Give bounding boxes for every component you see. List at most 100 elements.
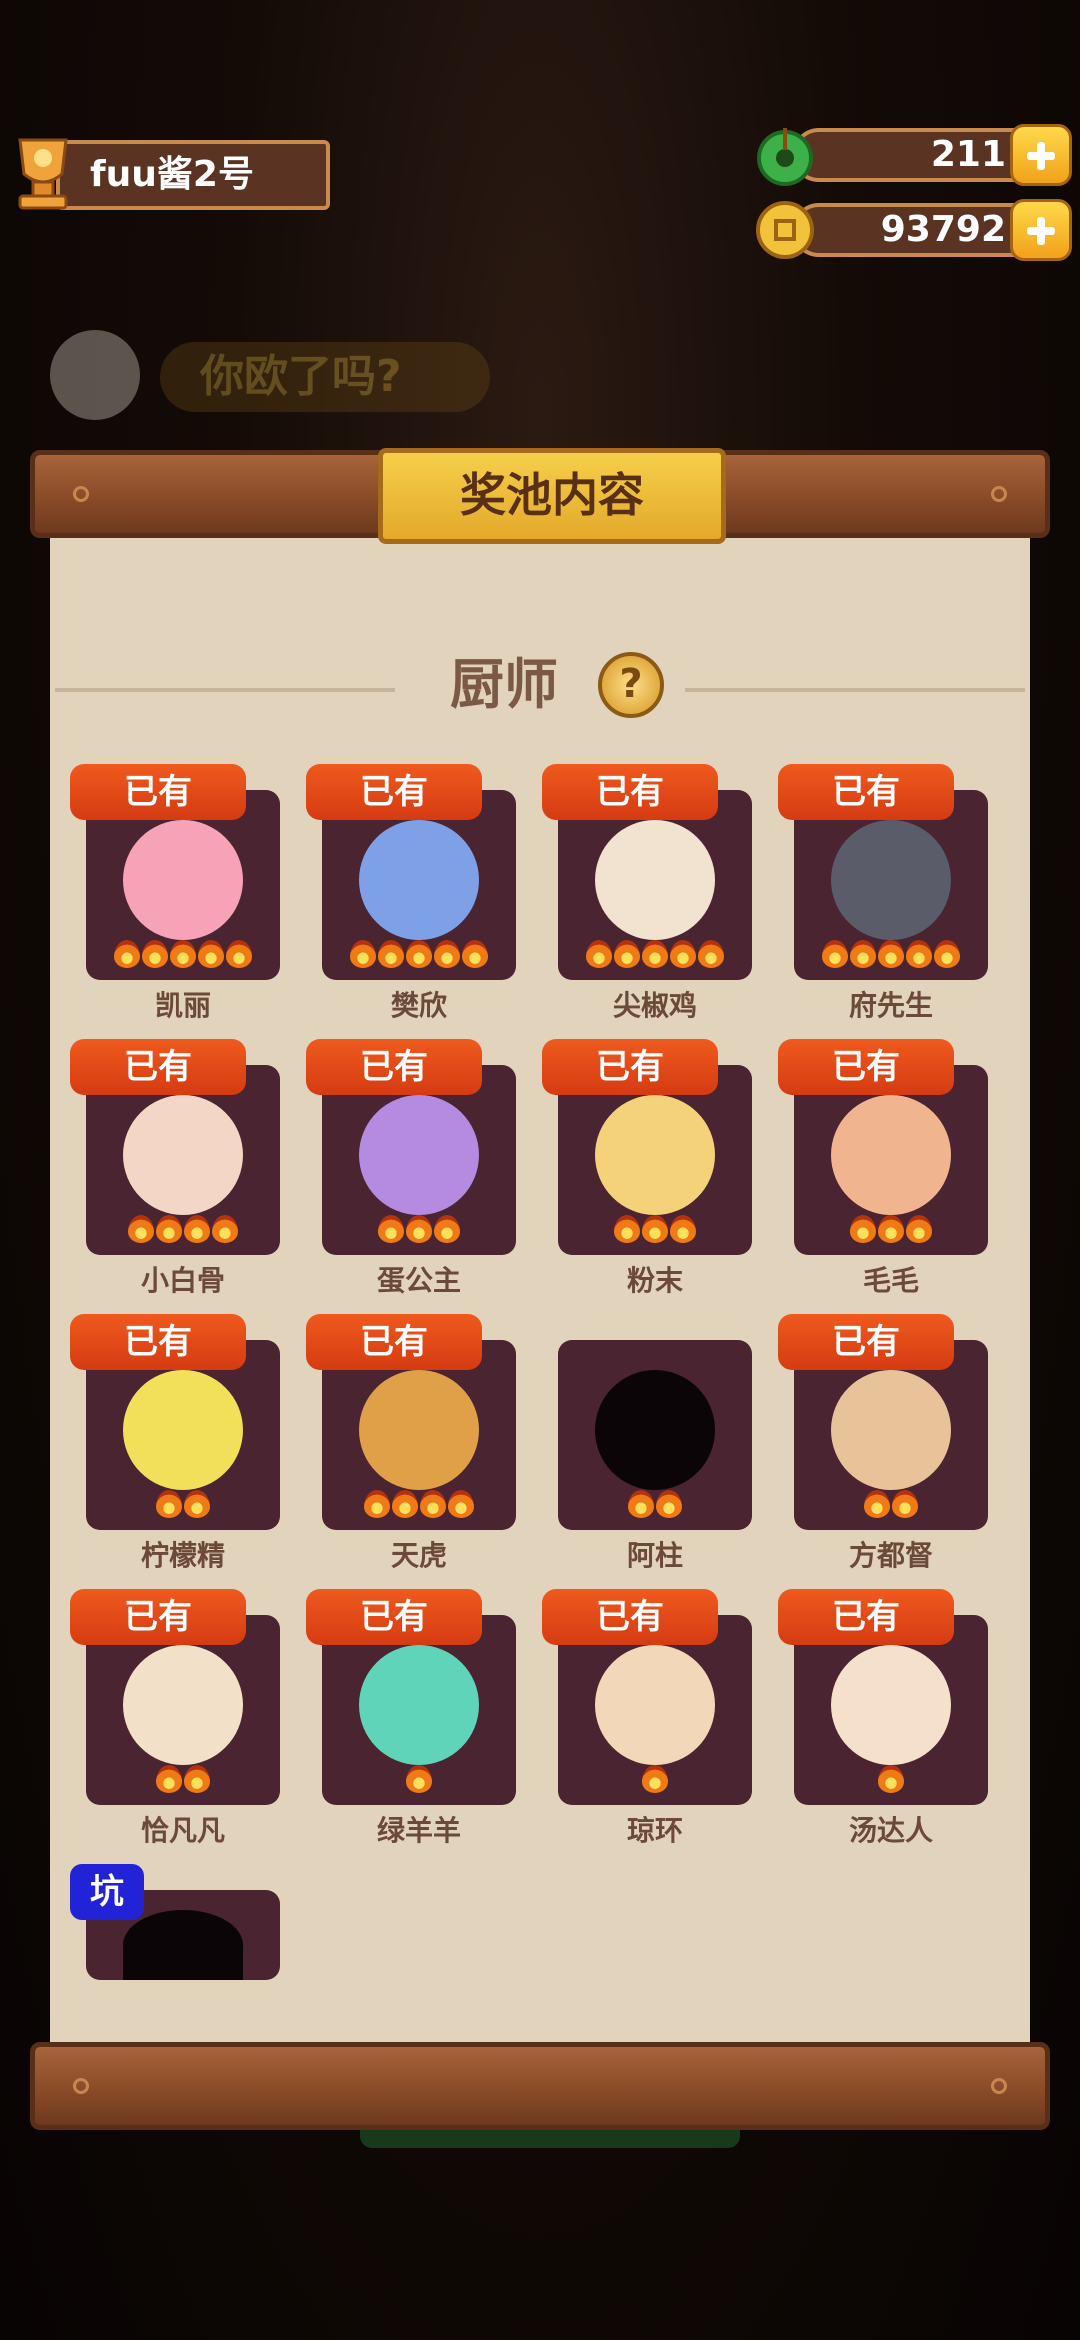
flame-icon [656, 1490, 682, 1518]
chef-portrait [595, 1645, 715, 1765]
rarity-flames [86, 940, 280, 974]
scroll-bottom-rod [30, 2042, 1050, 2130]
chef-card[interactable]: 已有 [778, 764, 988, 980]
owned-badge: 已有 [778, 1039, 954, 1095]
rarity-flames [86, 1490, 280, 1524]
chef-card[interactable]: 已有 [778, 1039, 988, 1255]
player-name: fuu酱2号 [90, 154, 254, 195]
flame-icon [822, 940, 848, 968]
coin-icon [756, 201, 814, 259]
chef-card[interactable] [558, 1340, 752, 1530]
flame-icon [878, 1215, 904, 1243]
section-title: 厨师 [450, 653, 558, 716]
jade-value: 211 [930, 134, 1006, 175]
flame-icon [350, 940, 376, 968]
owned-badge: 已有 [542, 764, 718, 820]
player-plate[interactable]: fuu酱2号 [8, 130, 330, 216]
rarity-flames [322, 1215, 516, 1249]
chef-card[interactable]: 已有 [306, 764, 516, 980]
flame-icon [434, 940, 460, 968]
flame-icon [628, 1490, 654, 1518]
flame-icon [364, 1490, 390, 1518]
rarity-flames [322, 940, 516, 974]
chef-portrait [359, 820, 479, 940]
flame-icon [864, 1490, 890, 1518]
chef-name: 小白骨 [140, 1264, 225, 1297]
chef-card[interactable]: 已有 [70, 1039, 280, 1255]
chef-portrait [831, 1095, 951, 1215]
chef-card[interactable]: 已有 [306, 1314, 516, 1530]
chef-card[interactable]: 已有 [778, 1589, 988, 1805]
banner-text: 你欧了吗? [160, 342, 490, 412]
chef-portrait [359, 1370, 479, 1490]
flame-icon [420, 1490, 446, 1518]
chef-silhouette [123, 1910, 243, 1980]
chef-portrait [123, 820, 243, 940]
flame-icon [586, 940, 612, 968]
rarity-flames [86, 1215, 280, 1249]
flame-icon [642, 1215, 668, 1243]
owned-badge: 已有 [542, 1039, 718, 1095]
chef-portrait [123, 1095, 243, 1215]
rarity-flames [558, 1490, 752, 1524]
section-divider-left [55, 688, 395, 692]
chef-name: 蛋公主 [376, 1264, 461, 1297]
chef-name: 绿羊羊 [376, 1814, 461, 1847]
chef-name: 府先生 [848, 989, 933, 1022]
chef-card[interactable]: 已有 [542, 1589, 752, 1805]
chef-card[interactable]: 已有 [70, 1589, 280, 1805]
flame-icon [462, 940, 488, 968]
nail-right [991, 2078, 1007, 2094]
chef-name: 琼环 [626, 1814, 683, 1847]
section-divider-right [685, 688, 1025, 692]
flame-icon [406, 1215, 432, 1243]
flame-icon [156, 1215, 182, 1243]
chef-card[interactable]: 已有 [70, 764, 280, 980]
chef-name: 天虎 [390, 1539, 447, 1572]
chef-portrait [831, 1370, 951, 1490]
jade-counter: 211 [752, 122, 1072, 188]
chef-name: 樊欣 [390, 989, 447, 1022]
pit-badge: 坑 [70, 1864, 144, 1920]
chick-mascot-icon [50, 330, 140, 420]
chef-card[interactable]: 已有 [306, 1039, 516, 1255]
flame-icon [128, 1215, 154, 1243]
coin-counter: 93792 [752, 197, 1072, 263]
chef-portrait [359, 1645, 479, 1765]
flame-icon [934, 940, 960, 968]
flame-icon [698, 940, 724, 968]
chef-card[interactable]: 已有 [306, 1589, 516, 1805]
owned-badge: 已有 [306, 1039, 482, 1095]
help-button[interactable]: ? [598, 652, 664, 718]
flame-icon [156, 1490, 182, 1518]
flame-icon [212, 1215, 238, 1243]
chef-portrait [831, 1645, 951, 1765]
chef-name: 粉末 [626, 1264, 683, 1297]
nail-left [73, 486, 89, 502]
chef-silhouette [595, 1370, 715, 1490]
rarity-flames [794, 1215, 988, 1249]
jade-icon [757, 128, 813, 186]
flame-icon [378, 1215, 404, 1243]
chef-portrait [123, 1645, 243, 1765]
chef-card[interactable]: 已有 [70, 1314, 280, 1530]
chef-card[interactable]: 已有 [542, 764, 752, 980]
flame-icon [170, 940, 196, 968]
add-coins-button[interactable] [1010, 199, 1072, 261]
rarity-flames [794, 1765, 988, 1799]
chef-name: 汤达人 [848, 1814, 933, 1847]
flame-icon [850, 940, 876, 968]
rarity-flames [322, 1490, 516, 1524]
flame-icon [226, 940, 252, 968]
flame-icon [406, 1765, 432, 1793]
add-jade-button[interactable] [1010, 124, 1072, 186]
nail-right [991, 486, 1007, 502]
chef-name: 柠檬精 [140, 1539, 225, 1572]
rarity-flames [794, 1490, 988, 1524]
rarity-flames [322, 1765, 516, 1799]
flame-icon [850, 1215, 876, 1243]
chef-card[interactable]: 已有 [542, 1039, 752, 1255]
rarity-flames [558, 1215, 752, 1249]
rarity-flames [558, 1765, 752, 1799]
chef-card[interactable]: 已有 [778, 1314, 988, 1530]
